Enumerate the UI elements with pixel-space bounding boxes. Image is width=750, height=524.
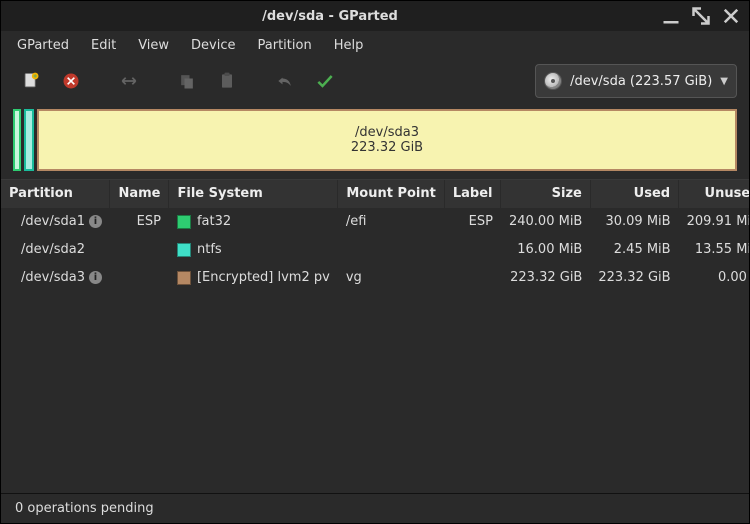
mountpoint-cell <box>338 236 445 264</box>
size-cell: 16.00 MiB <box>501 236 590 264</box>
unused-cell: 0.00 B <box>679 264 749 292</box>
partition-graph: /dev/sda3 223.32 GiB <box>1 103 749 179</box>
label-cell <box>444 236 501 264</box>
col-filesystem[interactable]: File System <box>169 180 338 208</box>
resize-icon <box>119 71 139 91</box>
name-cell <box>110 264 169 292</box>
info-icon: i <box>89 215 102 228</box>
label-cell: ESP <box>444 208 501 236</box>
titlebar: /dev/sda - GParted <box>1 1 749 31</box>
col-used[interactable]: Used <box>590 180 678 208</box>
col-label[interactable]: Label <box>444 180 501 208</box>
mountpoint-cell: /efi <box>338 208 445 236</box>
fs-swatch <box>177 271 191 285</box>
mountpoint-cell: vg <box>338 264 445 292</box>
delete-icon <box>61 71 81 91</box>
size-cell: 223.32 GiB <box>501 264 590 292</box>
table-row[interactable]: /dev/sda2ntfs16.00 MiB2.45 MiB13.55 MiBm… <box>1 236 749 264</box>
menubar: GParted Edit View Device Partition Help <box>1 31 749 59</box>
unused-cell: 209.91 MiB <box>679 208 749 236</box>
copy-button[interactable] <box>169 63 205 99</box>
filesystem-cell: ntfs <box>169 236 338 264</box>
filesystem-cell: [Encrypted] lvm2 pv <box>169 264 338 292</box>
menu-gparted[interactable]: GParted <box>7 34 79 57</box>
used-cell: 30.09 MiB <box>590 208 678 236</box>
used-cell: 223.32 GiB <box>590 264 678 292</box>
status-pending: 0 operations pending <box>15 501 154 516</box>
size-cell: 240.00 MiB <box>501 208 590 236</box>
close-button[interactable] <box>721 6 741 26</box>
col-unused[interactable]: Unused <box>679 180 749 208</box>
disk-icon <box>544 72 562 90</box>
unused-cell: 13.55 MiB <box>679 236 749 264</box>
menu-edit[interactable]: Edit <box>81 34 126 57</box>
partition-graph-seg-sda3[interactable]: /dev/sda3 223.32 GiB <box>37 109 737 171</box>
copy-icon <box>177 71 197 91</box>
name-cell <box>110 236 169 264</box>
new-partition-button[interactable] <box>13 63 49 99</box>
name-cell: ESP <box>110 208 169 236</box>
fs-swatch <box>177 243 191 257</box>
undo-icon <box>275 71 295 91</box>
menu-partition[interactable]: Partition <box>248 34 322 57</box>
delete-partition-button[interactable] <box>53 63 89 99</box>
label-cell <box>444 264 501 292</box>
toolbar: /dev/sda (223.57 GiB) ▼ <box>1 59 749 103</box>
minimize-button[interactable] <box>661 6 681 26</box>
chevron-down-icon: ▼ <box>720 76 728 87</box>
partition-cell: /dev/sda1 <box>21 214 85 229</box>
document-new-icon <box>21 71 41 91</box>
filesystem-cell: fat32 <box>169 208 338 236</box>
resize-move-button[interactable] <box>111 63 147 99</box>
menu-help[interactable]: Help <box>324 34 374 57</box>
device-selector[interactable]: /dev/sda (223.57 GiB) ▼ <box>535 64 737 98</box>
table-row[interactable]: /dev/sda3 i [Encrypted] lvm2 pvvg 223.32 Gi… <box>1 264 749 292</box>
table-header-row: Partition Name File System Mount Point L… <box>1 180 749 208</box>
apply-button[interactable] <box>307 63 343 99</box>
col-mountpoint[interactable]: Mount Point <box>338 180 445 208</box>
partition-table: Partition Name File System Mount Point L… <box>1 179 749 493</box>
apply-icon <box>315 71 335 91</box>
paste-button[interactable] <box>209 63 245 99</box>
partition-cell: /dev/sda3 <box>21 270 85 285</box>
menu-device[interactable]: Device <box>181 34 245 57</box>
menu-view[interactable]: View <box>128 34 179 57</box>
window-title: /dev/sda - GParted <box>9 9 651 24</box>
device-selector-label: /dev/sda (223.57 GiB) <box>570 74 712 89</box>
partition-graph-main-size: 223.32 GiB <box>351 140 423 155</box>
paste-icon <box>217 71 237 91</box>
statusbar: 0 operations pending <box>1 493 749 523</box>
partition-graph-main-label: /dev/sda3 <box>355 125 419 140</box>
partition-graph-seg-sda2[interactable] <box>24 109 34 171</box>
used-cell: 2.45 MiB <box>590 236 678 264</box>
partition-graph-seg-sda1[interactable] <box>13 109 21 171</box>
partition-cell: /dev/sda2 <box>21 242 85 257</box>
col-size[interactable]: Size <box>501 180 590 208</box>
fs-swatch <box>177 215 191 229</box>
info-icon: i <box>89 271 102 284</box>
col-name[interactable]: Name <box>110 180 169 208</box>
maximize-button[interactable] <box>691 6 711 26</box>
col-partition[interactable]: Partition <box>1 180 110 208</box>
undo-button[interactable] <box>267 63 303 99</box>
table-row[interactable]: /dev/sda1iESPfat32/efiESP240.00 MiB30.09… <box>1 208 749 236</box>
